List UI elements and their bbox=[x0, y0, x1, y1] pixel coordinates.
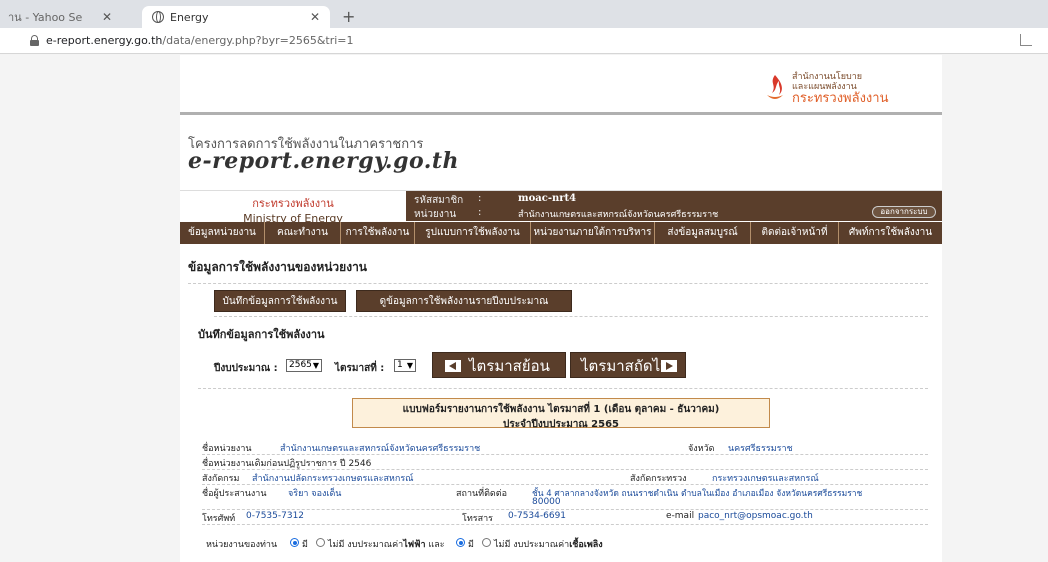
site-header: สำนักงานนโยบาย และแผนพลังงาน กระทรวงพลัง… bbox=[180, 55, 942, 115]
share-icon[interactable] bbox=[1020, 34, 1032, 46]
fuel-budget-yes-radio[interactable] bbox=[456, 538, 465, 547]
electric-budget-yes-radio[interactable] bbox=[290, 538, 299, 547]
agency-label: หน่วยงาน bbox=[414, 209, 457, 220]
member-details: รหัสสมาชิก : moac-nrt4 หน่วยงาน : สำนักง… bbox=[406, 191, 942, 221]
member-info-bar: กระทรวงพลังงาน Ministry of Energy รหัสสม… bbox=[180, 190, 942, 225]
department-row: สังกัดกรม สำนักงานปลัดกระทรวงเกษตรและสหก… bbox=[180, 471, 942, 485]
close-tab-icon[interactable]: ✕ bbox=[102, 10, 112, 24]
year-select[interactable]: 2565 ▼ bbox=[286, 359, 322, 372]
year-label: ปีงบประมาณ : bbox=[214, 363, 278, 374]
view-yearly-energy-button[interactable]: ดูข้อมูลการใช้พลังงานรายปีงบประมาณ bbox=[356, 290, 572, 312]
next-quarter-button[interactable]: ไตรมาสถัดไป bbox=[570, 352, 686, 378]
old-name-row: ชื่อหน่วยงานเดิมก่อนปฏิรูปราชการ ปี 2546 bbox=[202, 459, 372, 469]
province-value: นครศรีธรรมราช bbox=[728, 444, 793, 454]
phone-value: 0-7535-7312 bbox=[246, 511, 305, 521]
budget-radio-row: หน่วยงานของท่าน มี ไม่มี งบประมาณค่าไฟฟ้… bbox=[180, 535, 942, 551]
ministry-logo-text: สำนักงานนโยบาย และแผนพลังงาน กระทรวงพลัง… bbox=[792, 72, 889, 106]
agency-name-row: ชื่อหน่วยงาน สำนักงานเกษตรและสหกรณ์จังหว… bbox=[180, 441, 942, 455]
previous-quarter-button[interactable]: ไตรมาสย้อนหลัง bbox=[432, 352, 566, 401]
nav-submit-complete[interactable]: ส่งข้อมูลสมบูรณ์ bbox=[655, 222, 751, 244]
nav-energy-usage[interactable]: การใช้พลังงาน bbox=[341, 222, 415, 244]
address-value: ชั้น 4 ศาลากลางจังหวัด ถนนราชดำเนิน ตำบล… bbox=[532, 489, 863, 499]
url-text[interactable]: e-report.energy.go.th/data/energy.php?by… bbox=[46, 34, 354, 47]
page-viewport: สำนักงานนโยบาย และแผนพลังงาน กระทรวงพลัง… bbox=[0, 55, 1048, 562]
logout-button[interactable]: ออกจากระบบ bbox=[872, 206, 936, 218]
email-value: paco_nrt@opsmoac.go.th bbox=[698, 511, 813, 521]
coordinator-value: จริยา จองเด็น bbox=[288, 489, 342, 499]
divider bbox=[188, 283, 928, 284]
agency-name-value: สำนักงานเกษตรและสหกรณ์จังหวัดนครศรีธรรมร… bbox=[280, 444, 481, 454]
nav-sub-agencies[interactable]: หน่วยงานภายใต้การบริหาร bbox=[531, 222, 655, 244]
chevron-down-icon: ▼ bbox=[312, 361, 319, 370]
fax-value: 0-7534-6691 bbox=[508, 511, 567, 521]
nav-usage-pattern[interactable]: รูปแบบการใช้พลังงาน bbox=[415, 222, 531, 244]
period-filter: ปีงบประมาณ : 2565 ▼ ไตรมาสที่ : 1 ▼ ไตรมาส… bbox=[180, 352, 942, 401]
ministry-flame-logo-icon bbox=[767, 75, 783, 99]
electric-budget-no-radio[interactable] bbox=[316, 538, 325, 547]
fuel-budget-no-label: ไม่มี งบประมาณค่าเชื้อเพลิง bbox=[494, 540, 603, 550]
nav-energy-glossary[interactable]: ศัพท์การใช้พลังงาน bbox=[839, 222, 942, 244]
contact-row: โทรศัพท์ 0-7535-7312 โทรสาร 0-7534-6691 … bbox=[202, 511, 813, 524]
tab-title: Energy bbox=[170, 10, 209, 24]
fuel-budget-no-radio[interactable] bbox=[482, 538, 491, 547]
arrow-right-icon bbox=[661, 360, 677, 372]
divider bbox=[198, 388, 928, 389]
record-energy-button[interactable]: บันทึกข้อมูลการใช้พลังงาน bbox=[214, 290, 346, 312]
electric-budget-no-label: ไม่มี งบประมาณค่าไฟฟ้า และ bbox=[328, 540, 445, 550]
close-tab-icon[interactable]: ✕ bbox=[310, 10, 320, 24]
nav-agency-info[interactable]: ข้อมูลหน่วยงาน bbox=[180, 222, 265, 244]
tab-title: าน - Yahoo Se bbox=[8, 11, 83, 24]
site-name: e-report.energy.go.th bbox=[188, 148, 460, 174]
department-value: สำนักงานปลัดกระทรวงเกษตรและสหกรณ์ bbox=[252, 474, 414, 484]
nav-working-group[interactable]: คณะทำงาน bbox=[265, 222, 341, 244]
page-content: สำนักงานนโยบาย และแผนพลังงาน กระทรวงพลัง… bbox=[180, 55, 942, 562]
member-label: รหัสสมาชิก bbox=[414, 195, 464, 206]
address-postcode: 80000 bbox=[532, 497, 561, 507]
browser-tab-energy[interactable]: Energy ✕ bbox=[142, 6, 330, 28]
lock-icon[interactable] bbox=[30, 35, 39, 46]
new-tab-icon[interactable]: + bbox=[342, 7, 355, 26]
chevron-down-icon: ▼ bbox=[406, 361, 413, 370]
quarter-label: ไตรมาสที่ : bbox=[335, 363, 385, 374]
form-title-box: แบบฟอร์มรายงานการใช้พลังงาน ไตรมาสที่ 1 … bbox=[352, 398, 770, 430]
nav-contact-staff[interactable]: ติดต่อเจ้าหน้าที่ bbox=[751, 222, 839, 244]
quarter-select[interactable]: 1 ▼ bbox=[394, 359, 416, 372]
main-nav: ข้อมูลหน่วยงาน คณะทำงาน การใช้พลังงาน รู… bbox=[180, 222, 942, 244]
section-title: ข้อมูลการใช้พลังงานของหน่วยงาน bbox=[188, 260, 368, 274]
ministry-value: กระทรวงเกษตรและสหกรณ์ bbox=[712, 474, 819, 484]
member-id: moac-nrt4 bbox=[518, 193, 577, 204]
agency-name: สำนักงานเกษตรและสหกรณ์จังหวัดนครศรีธรรมร… bbox=[518, 210, 719, 220]
arrow-left-icon bbox=[445, 360, 461, 372]
subsection-title: บันทึกข้อมูลการใช้พลังงาน bbox=[198, 328, 325, 341]
browser-tab-yahoo[interactable]: าน - Yahoo Se ✕ bbox=[0, 6, 120, 28]
ministry-name: กระทรวงพลังงาน Ministry of Energy bbox=[243, 197, 343, 225]
address-bar[interactable]: e-report.energy.go.th/data/energy.php?by… bbox=[0, 28, 1048, 54]
globe-icon bbox=[152, 11, 164, 23]
browser-tab-bar: าน - Yahoo Se ✕ Energy ✕ + bbox=[0, 0, 1048, 28]
divider bbox=[214, 316, 928, 317]
